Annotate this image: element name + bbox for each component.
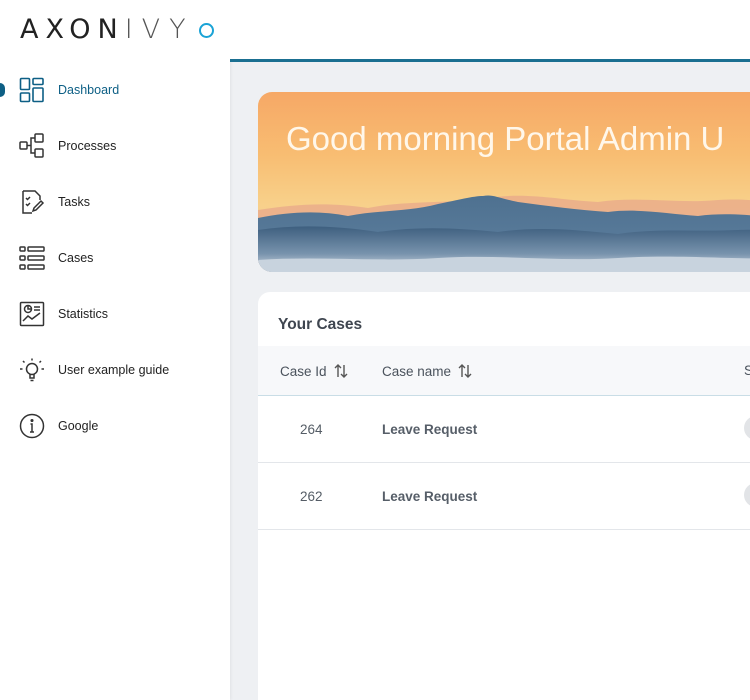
sidebar-item-label: Cases (58, 251, 94, 265)
sidebar-item-label: User example guide (58, 363, 170, 377)
state-badge (744, 416, 750, 440)
table-row[interactable]: 264 Leave Request (258, 396, 750, 463)
sidebar-nav: Dashboard Processes Tasks Cases Statisti… (0, 62, 230, 454)
case-name-cell: Leave Request (382, 489, 478, 504)
case-id-cell: 262 (300, 489, 323, 504)
sidebar-item-processes[interactable]: Processes (0, 118, 230, 174)
column-header-case-name[interactable]: Case name (382, 363, 473, 379)
logo-circle-icon (198, 22, 214, 38)
lightbulb-icon (19, 357, 45, 383)
cases-widget: Your Cases Case Id Case name S 264 Leave… (258, 292, 750, 700)
case-id-cell: 264 (300, 422, 323, 437)
sidebar-item-statistics[interactable]: Statistics (0, 286, 230, 342)
top-bar (230, 0, 750, 62)
info-icon (19, 413, 45, 439)
sidebar-item-label: Processes (58, 139, 117, 153)
column-label: Case Id (280, 363, 327, 379)
statistics-icon (19, 301, 45, 327)
cases-table-header: Case Id Case name S (258, 346, 750, 396)
active-indicator (0, 83, 5, 97)
sidebar-item-label: Statistics (58, 307, 109, 321)
sort-icon (457, 363, 473, 379)
sort-icon (333, 363, 349, 379)
processes-icon (19, 133, 45, 159)
greeting-banner: Good morning Portal Admin U (258, 92, 750, 272)
column-header-case-id[interactable]: Case Id (280, 363, 349, 379)
column-header-state[interactable]: S (744, 363, 750, 378)
dashboard-icon (19, 77, 45, 103)
sidebar-item-google[interactable]: Google (0, 398, 230, 454)
tasks-icon (19, 189, 45, 215)
cases-widget-title: Your Cases (278, 316, 363, 333)
sidebar-item-label: Dashboard (58, 83, 120, 97)
column-label: Case name (382, 363, 452, 379)
sidebar-item-dashboard[interactable]: Dashboard (0, 62, 230, 118)
column-label: S (744, 363, 750, 378)
sidebar: AXONIVY Dashboard Processes Tasks Cases … (0, 0, 230, 700)
sidebar-item-tasks[interactable]: Tasks (0, 174, 230, 230)
logo-text: AXONIVY (20, 13, 195, 45)
greeting-text: Good morning Portal Admin U (286, 120, 725, 157)
state-badge (744, 483, 750, 507)
sidebar-item-label: Google (58, 419, 99, 433)
cases-icon (19, 245, 45, 271)
sidebar-item-user-example-guide[interactable]: User example guide (0, 342, 230, 398)
sidebar-item-label: Tasks (58, 195, 90, 209)
mountain-landscape-image (258, 195, 750, 272)
axonivy-logo[interactable]: AXONIVY (20, 13, 214, 45)
table-row[interactable]: 262 Leave Request (258, 463, 750, 530)
sidebar-item-cases[interactable]: Cases (0, 230, 230, 286)
case-name-cell: Leave Request (382, 422, 478, 437)
